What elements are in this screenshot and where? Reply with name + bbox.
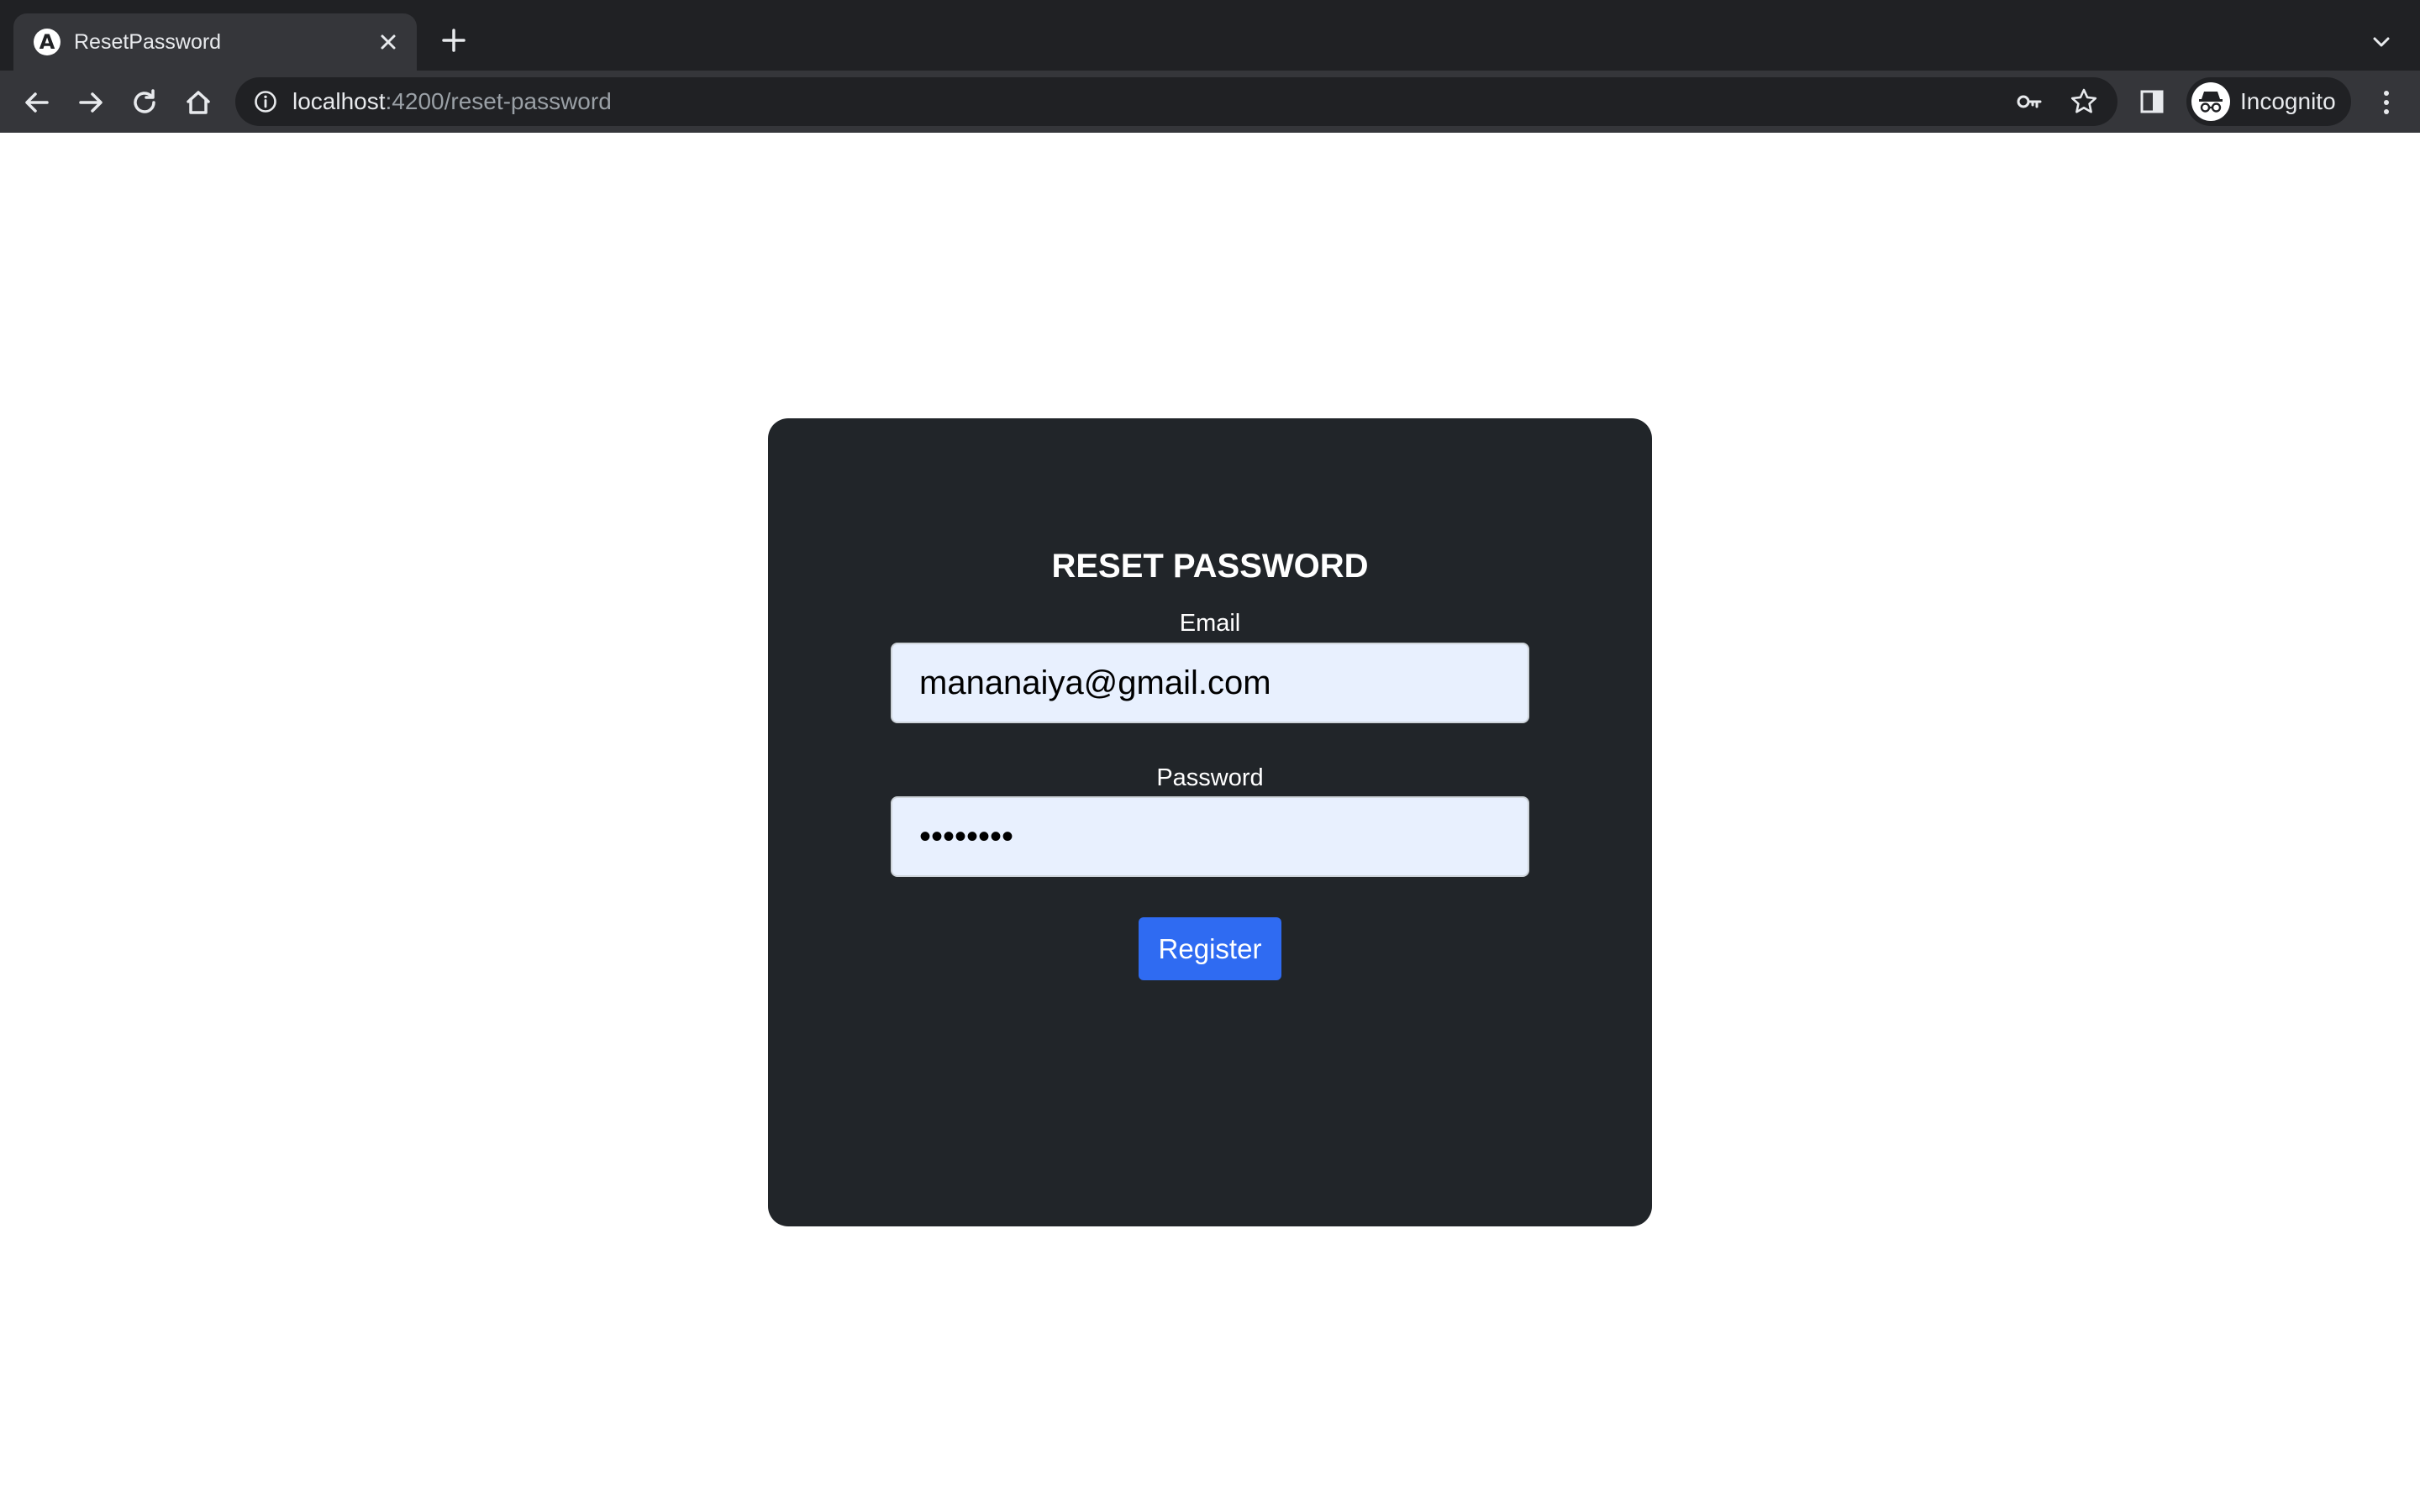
chevron-down-icon[interactable] — [2368, 29, 2395, 55]
star-icon[interactable] — [2069, 87, 2099, 117]
url-host: localhost — [292, 88, 386, 114]
key-icon[interactable] — [2015, 87, 2044, 116]
three-dots-vertical-icon[interactable] — [2370, 86, 2403, 119]
url-path: :4200/reset-password — [385, 88, 612, 114]
browser-tab[interactable]: A ResetPassword — [13, 13, 417, 71]
register-button[interactable]: Register — [1139, 917, 1281, 980]
reset-password-card: RESET PASSWORD Email Password Register — [768, 418, 1652, 1226]
address-bar[interactable]: localhost:4200/reset-password — [235, 77, 2118, 126]
arrow-right-icon[interactable] — [74, 86, 108, 119]
side-panel-icon[interactable] — [2138, 87, 2166, 116]
info-icon[interactable] — [252, 88, 279, 115]
url-text[interactable]: localhost:4200/reset-password — [292, 86, 612, 118]
password-label: Password — [1156, 764, 1264, 791]
browser-toolbar: localhost:4200/reset-password Incognito — [0, 71, 2420, 133]
email-field[interactable] — [891, 643, 1529, 723]
arrow-left-icon[interactable] — [20, 86, 54, 119]
tab-title: ResetPassword — [74, 30, 222, 54]
email-label: Email — [1179, 610, 1241, 637]
angular-favicon-icon: A — [34, 29, 60, 55]
incognito-icon — [2191, 82, 2230, 121]
page-title: RESET PASSWORD — [1051, 548, 1369, 585]
new-tab-plus-icon[interactable] — [439, 25, 469, 55]
password-field[interactable] — [891, 796, 1529, 877]
reload-icon[interactable] — [128, 86, 161, 119]
home-icon[interactable] — [182, 86, 215, 119]
incognito-profile-button[interactable]: Incognito — [2186, 77, 2351, 126]
incognito-label: Incognito — [2240, 88, 2336, 114]
browser-tab-strip: A ResetPassword — [0, 0, 2420, 71]
close-tab-icon[interactable] — [375, 29, 402, 55]
